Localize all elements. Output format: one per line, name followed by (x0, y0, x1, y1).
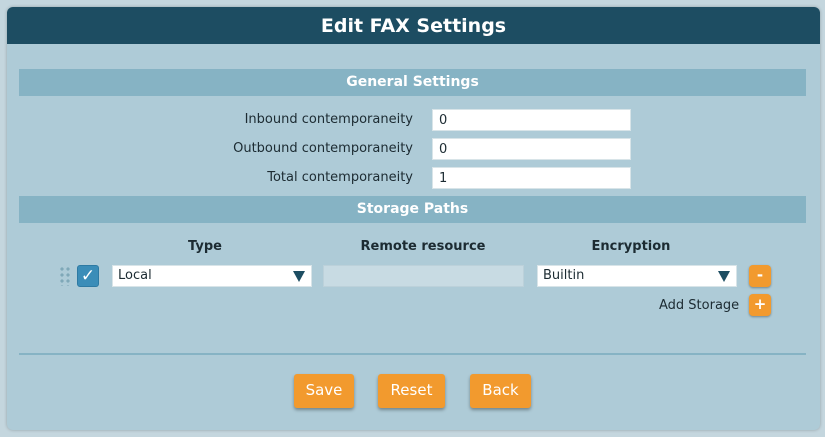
dialog-title: Edit FAX Settings (7, 7, 820, 44)
outbound-contemporaneity-label: Outbound contemporaneity (233, 141, 413, 156)
checkmark-icon: ✓ (80, 266, 96, 286)
storage-type-value: Local (118, 268, 152, 283)
add-storage-label: Add Storage (659, 298, 740, 313)
remove-storage-button[interactable]: - (749, 265, 771, 287)
storage-paths-header: Storage Paths (19, 196, 806, 223)
edit-fax-settings-dialog: Edit FAX Settings General Settings Inbou… (7, 7, 820, 430)
minus-icon: - (756, 266, 764, 284)
outbound-contemporaneity-input[interactable] (432, 138, 631, 160)
encryption-select[interactable]: Builtin (537, 265, 737, 287)
divider (19, 353, 806, 355)
back-button[interactable]: Back (470, 374, 531, 408)
remote-resource-field (323, 265, 524, 287)
total-contemporaneity-input[interactable] (432, 167, 631, 189)
add-storage-button[interactable]: + (749, 294, 771, 316)
reset-button[interactable]: Reset (378, 374, 445, 408)
dropdown-arrow-icon (293, 271, 305, 282)
storage-enabled-checkbox[interactable]: ✓ (77, 265, 99, 287)
inbound-contemporaneity-input[interactable] (432, 109, 631, 131)
plus-icon: + (753, 295, 767, 313)
type-column-header: Type (188, 239, 222, 254)
storage-type-select[interactable]: Local (112, 265, 312, 287)
encryption-value: Builtin (543, 268, 585, 283)
inbound-contemporaneity-label: Inbound contemporaneity (244, 112, 413, 127)
dropdown-arrow-icon (718, 271, 730, 282)
total-contemporaneity-label: Total contemporaneity (267, 170, 413, 185)
remote-resource-column-header: Remote resource (360, 239, 486, 254)
general-settings-header: General Settings (19, 69, 806, 96)
encryption-column-header: Encryption (591, 239, 671, 254)
drag-handle-icon[interactable] (59, 266, 71, 286)
save-button[interactable]: Save (294, 374, 354, 408)
